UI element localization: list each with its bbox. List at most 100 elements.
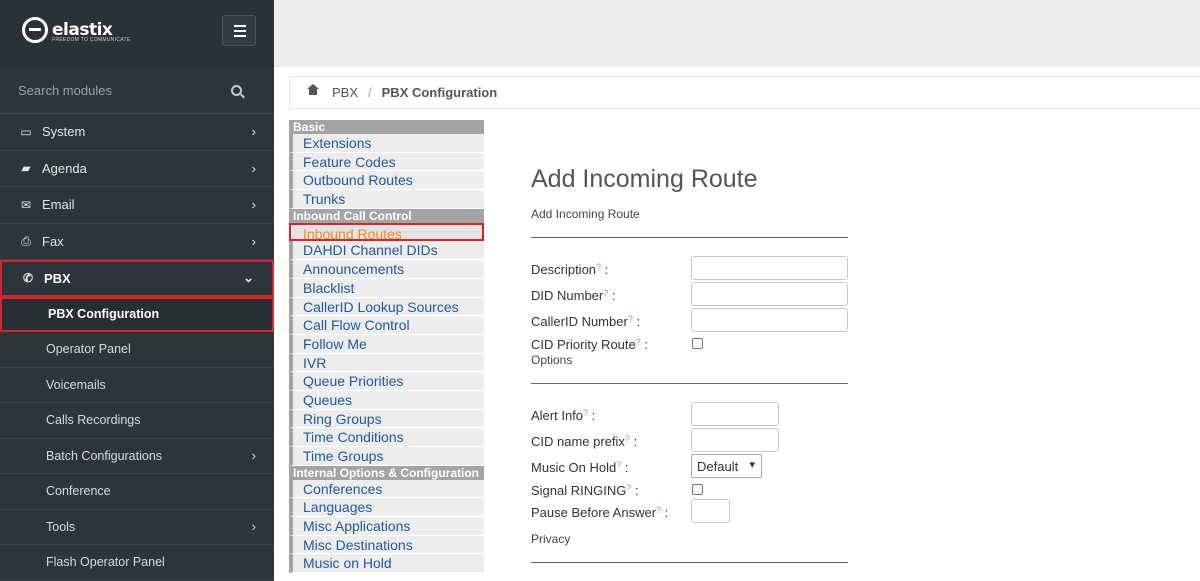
menu-item-callerid-lookup[interactable]: CallerID Lookup Sources — [289, 297, 484, 317]
menu-item-follow-me[interactable]: Follow Me — [289, 334, 484, 354]
menu-item-feature-codes[interactable]: Feature Codes — [289, 152, 484, 172]
sidebar-toggle-button[interactable] — [222, 15, 256, 46]
help-icon[interactable]: ? — [656, 505, 661, 515]
menu-item-languages[interactable]: Languages — [289, 498, 484, 518]
search-input[interactable]: Search modules — [18, 83, 112, 98]
menu-item-conferences[interactable]: Conferences — [289, 479, 484, 499]
pause-before-answer-row: Pause Before Answer? : — [531, 499, 851, 524]
description-input[interactable] — [691, 256, 848, 280]
nav-item-label: System — [42, 124, 86, 140]
field-label: Pause Before Answer — [531, 505, 657, 520]
alert-info-row: Alert Info? : — [531, 402, 851, 427]
did-number-input[interactable] — [691, 282, 848, 306]
help-icon[interactable]: ? — [628, 314, 633, 324]
menu-item-queues[interactable]: Queues — [289, 390, 484, 410]
form-subtitle: Add Incoming Route — [531, 207, 640, 221]
music-on-hold-select[interactable]: Default — [691, 454, 762, 478]
sub-item-label: Calls Recordings — [46, 413, 141, 428]
help-icon[interactable]: ? — [596, 262, 601, 272]
menu-item-ring-groups[interactable]: Ring Groups — [289, 409, 484, 429]
alert-info-input[interactable] — [691, 402, 779, 426]
callerid-number-input[interactable] — [691, 308, 848, 332]
nav-item-label: PBX — [44, 270, 71, 286]
menu-item-announcements[interactable]: Announcements — [289, 260, 484, 279]
menu-item-extensions[interactable]: Extensions — [289, 134, 484, 153]
menu-item-time-conditions[interactable]: Time Conditions — [289, 428, 484, 447]
sub-item-label: PBX Configuration — [48, 307, 160, 322]
printer-icon: ⎙ — [21, 233, 31, 248]
callerid-number-row: CallerID Number? : — [531, 308, 851, 333]
sidebar-item-tools[interactable]: Tools › — [0, 509, 274, 545]
menu-item-misc-applications[interactable]: Misc Applications — [289, 517, 484, 536]
sidebar-item-conference[interactable]: Conference — [0, 474, 274, 510]
menu-item-call-flow-control[interactable]: Call Flow Control — [289, 316, 484, 335]
cid-priority-checkbox[interactable] — [692, 338, 703, 349]
breadcrumb: PBX / PBX Configuration — [289, 76, 1200, 109]
field-label: Alert Info — [531, 408, 584, 423]
chevron-right-icon: › — [251, 197, 256, 213]
field-label: Description — [531, 262, 597, 277]
top-bar — [274, 0, 1200, 67]
chevron-right-icon: › — [251, 160, 256, 176]
sidebar-item-operator-panel[interactable]: Operator Panel — [0, 332, 274, 368]
sidebar-item-flash-operator-panel[interactable]: Flash Operator Panel — [0, 545, 274, 581]
pause-before-answer-input[interactable] — [691, 499, 730, 523]
menu-section-internal: Internal Options & Configuration — [289, 465, 484, 480]
laptop-icon: ▭ — [20, 124, 32, 139]
sub-item-label: Tools — [46, 519, 76, 534]
cid-prefix-input[interactable] — [691, 428, 779, 452]
section-privacy: Privacy — [531, 532, 571, 546]
chevron-down-icon: ⌄ — [243, 270, 254, 286]
envelope-icon: ✉ — [20, 197, 32, 212]
sub-item-label: Voicemails — [46, 377, 106, 392]
menu-item-time-groups[interactable]: Time Groups — [289, 447, 484, 466]
signal-ringing-checkbox[interactable] — [692, 484, 703, 495]
music-on-hold-row: Music On Hold? : Default — [531, 454, 851, 479]
module-search[interactable]: Search modules — [0, 67, 274, 114]
field-label: CID name prefix — [531, 434, 625, 449]
menu-item-blacklist[interactable]: Blacklist — [289, 278, 484, 298]
help-icon[interactable]: ? — [636, 337, 641, 347]
menu-item-dahdi-channel-dids[interactable]: DAHDI Channel DIDs — [289, 241, 484, 261]
help-icon[interactable]: ? — [603, 288, 608, 298]
pbx-module-menu: Basic Extensions Feature Codes Outbound … — [289, 120, 484, 574]
help-icon[interactable]: ? — [626, 483, 631, 493]
nav-item-email[interactable]: ✉ Email › — [0, 187, 274, 224]
menu-item-music-on-hold[interactable]: Music on Hold — [289, 554, 484, 574]
sidebar-item-voicemails[interactable]: Voicemails — [0, 367, 274, 403]
menu-item-trunks[interactable]: Trunks — [289, 190, 484, 209]
sidebar-item-batch-configurations[interactable]: Batch Configurations › — [0, 438, 274, 474]
cid-prefix-row: CID name prefix? : — [531, 428, 851, 453]
help-icon[interactable]: ? — [583, 408, 588, 418]
home-icon[interactable] — [307, 84, 319, 97]
sidebar: elastix FREEDOM TO COMMUNICATE Search mo… — [0, 0, 274, 581]
nav-item-label: Fax — [42, 233, 64, 249]
did-number-row: DID Number? : — [531, 282, 851, 307]
menu-item-misc-destinations[interactable]: Misc Destinations — [289, 535, 484, 555]
menu-item-outbound-routes[interactable]: Outbound Routes — [289, 171, 484, 191]
nav-item-fax[interactable]: ⎙ Fax › — [0, 224, 274, 260]
field-label: Music On Hold — [531, 460, 617, 475]
menu-item-queue-priorities[interactable]: Queue Priorities — [289, 372, 484, 391]
elastix-logo-icon — [22, 17, 48, 43]
help-icon[interactable]: ? — [625, 434, 630, 444]
help-icon[interactable]: ? — [616, 460, 621, 470]
nav-item-system[interactable]: ▭ System › — [0, 114, 274, 151]
search-icon[interactable] — [231, 84, 242, 96]
sub-item-label: Flash Operator Panel — [46, 555, 165, 570]
nav-item-pbx[interactable]: ✆ PBX ⌄ — [0, 260, 274, 297]
page-title: Add Incoming Route — [531, 165, 758, 193]
menu-item-ivr[interactable]: IVR — [289, 353, 484, 373]
chevron-right-icon: › — [251, 233, 256, 249]
field-label: DID Number — [531, 288, 604, 303]
nav-item-label: Agenda — [42, 160, 87, 176]
menu-item-inbound-routes[interactable]: Inbound Routes — [289, 222, 484, 242]
sidebar-item-pbx-configuration[interactable]: PBX Configuration — [0, 296, 274, 332]
breadcrumb-pbx[interactable]: PBX — [332, 85, 358, 100]
sub-item-label: Batch Configurations — [46, 448, 163, 463]
hamburger-icon — [234, 25, 246, 27]
nav-item-label: Email — [42, 197, 75, 213]
field-label: Signal RINGING — [531, 483, 627, 498]
nav-item-agenda[interactable]: ▰ Agenda › — [0, 151, 274, 187]
sidebar-item-calls-recordings[interactable]: Calls Recordings — [0, 403, 274, 439]
